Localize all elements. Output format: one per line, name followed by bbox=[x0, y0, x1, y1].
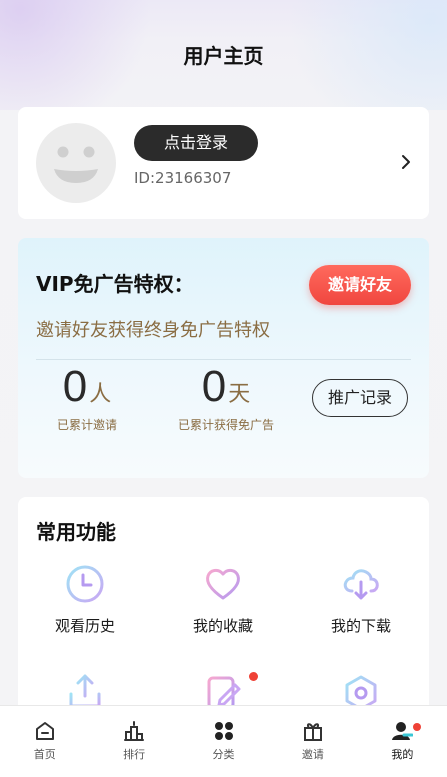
feature-label: 我的下载 bbox=[330, 617, 391, 635]
cloud-download-icon bbox=[343, 569, 379, 600]
features-title: 常用功能 bbox=[36, 520, 116, 544]
gift-icon bbox=[303, 723, 322, 741]
feature-watch-history[interactable]: 观看历史 bbox=[20, 563, 150, 636]
invited-stat: 0人 已累计邀请 bbox=[48, 362, 126, 433]
avatar[interactable] bbox=[36, 123, 116, 203]
nav-item-invite[interactable]: 邀请 bbox=[268, 706, 357, 777]
notification-dot bbox=[249, 672, 258, 681]
nav-item-home[interactable]: 首页 bbox=[0, 706, 89, 777]
chevron-right-icon[interactable] bbox=[399, 151, 413, 173]
nav-label: 首页 bbox=[33, 748, 56, 761]
nav-item-category[interactable]: 分类 bbox=[179, 706, 268, 777]
bottom-navigation: 首页 排行 分类 邀请 我的 bbox=[0, 705, 447, 777]
nav-item-ranking[interactable]: 排行 bbox=[89, 706, 178, 777]
days-unit: 天 bbox=[228, 382, 251, 407]
clock-icon bbox=[66, 565, 104, 603]
page-title: 用户主页 bbox=[183, 44, 264, 68]
invite-friends-button[interactable]: 邀请好友 bbox=[309, 265, 411, 305]
profile-card[interactable]: 点击登录 ID:23166307 bbox=[18, 107, 429, 219]
feature-label: 观看历史 bbox=[54, 617, 115, 635]
notification-dot bbox=[412, 723, 421, 731]
nav-label: 我的 bbox=[391, 748, 414, 761]
vip-card: VIP免广告特权： 邀请好友 邀请好友获得终身免广告特权 0人 已累计邀请 0天… bbox=[18, 238, 429, 478]
ranking-icon bbox=[124, 721, 145, 741]
login-button[interactable]: 点击登录 bbox=[134, 125, 258, 161]
days-stat: 0天 已累计获得免广告 bbox=[166, 362, 286, 433]
home-icon bbox=[35, 722, 54, 740]
vip-subtitle: 邀请好友获得终身免广告特权 bbox=[36, 320, 270, 341]
invited-unit: 人 bbox=[89, 382, 112, 407]
invited-label: 已累计邀请 bbox=[56, 418, 117, 432]
feature-my-favorites[interactable]: 我的收藏 bbox=[158, 563, 288, 636]
vip-title: VIP免广告特权： bbox=[36, 272, 194, 296]
promotion-record-button[interactable]: 推广记录 bbox=[312, 379, 408, 417]
days-count: 0 bbox=[201, 362, 227, 411]
days-label: 已累计获得免广告 bbox=[177, 418, 274, 432]
nav-label: 邀请 bbox=[301, 748, 324, 761]
invited-count: 0 bbox=[62, 362, 88, 411]
category-icon bbox=[214, 722, 233, 740]
user-icon bbox=[392, 722, 414, 740]
user-id: ID:23166307 bbox=[134, 169, 232, 187]
divider bbox=[36, 359, 411, 360]
nav-item-mine[interactable]: 我的 bbox=[358, 706, 447, 777]
feature-my-downloads[interactable]: 我的下载 bbox=[296, 563, 426, 636]
feature-label: 我的收藏 bbox=[192, 617, 253, 635]
nav-label: 分类 bbox=[212, 748, 235, 761]
heart-icon bbox=[206, 568, 240, 600]
nav-label: 排行 bbox=[123, 748, 146, 761]
